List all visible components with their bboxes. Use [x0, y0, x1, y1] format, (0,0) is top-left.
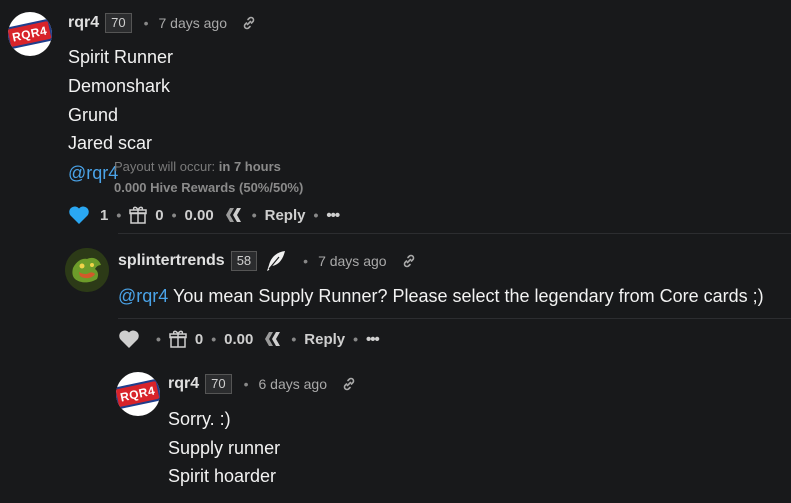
separator-dot: • — [116, 207, 122, 223]
separator-dot: • — [156, 331, 161, 347]
reply-button[interactable]: Reply — [265, 207, 306, 224]
hive-icon — [263, 331, 283, 347]
more-menu-button[interactable]: ••• — [326, 207, 340, 224]
heart-icon[interactable] — [118, 329, 140, 349]
more-menu-button[interactable]: ••• — [366, 331, 380, 348]
tooltip-value: in 7 hours — [218, 159, 281, 174]
mention-link[interactable]: @rqr4 — [68, 163, 118, 184]
reputation-badge: 70 — [105, 13, 132, 33]
avatar-logo: RQR4 — [8, 18, 52, 50]
timestamp[interactable]: 7 days ago — [318, 253, 387, 269]
comment-header: splintertrends 58 • 7 days ago — [118, 250, 417, 272]
avatar-logo: RQR4 — [116, 378, 160, 410]
gift-icon[interactable] — [129, 205, 147, 225]
divider — [118, 233, 791, 234]
gift-icon[interactable] — [169, 329, 187, 349]
separator-dot: • — [291, 331, 297, 347]
username[interactable]: splintertrends — [118, 252, 225, 270]
avatar[interactable]: RQR4 — [8, 12, 52, 56]
link-icon[interactable] — [241, 15, 257, 31]
separator-dot: • — [353, 331, 359, 347]
username[interactable]: rqr4 — [168, 375, 199, 393]
comment-body: @rqr4 You mean Supply Runner? Please sel… — [118, 286, 764, 307]
avatar-image — [65, 248, 109, 292]
comment-line: Sorry. :) — [168, 409, 231, 429]
comment-line: Grund — [68, 105, 119, 125]
separator-dot: • — [143, 15, 149, 31]
username[interactable]: rqr4 — [68, 14, 99, 32]
payout-value[interactable]: 0.00 — [185, 207, 214, 224]
comment-line: Demonshark — [68, 76, 171, 96]
separator-dot: • — [243, 376, 249, 392]
timestamp[interactable]: 7 days ago — [159, 15, 228, 31]
link-icon[interactable] — [401, 253, 417, 269]
heart-icon[interactable] — [68, 205, 90, 225]
tooltip-label: Payout will occur: — [114, 159, 216, 174]
link-icon[interactable] — [341, 376, 357, 392]
comment-header: rqr4 70 • 6 days ago — [168, 374, 357, 394]
reputation-badge: 70 — [205, 374, 232, 394]
timestamp[interactable]: 6 days ago — [259, 376, 328, 392]
separator-dot: • — [251, 207, 257, 223]
gift-count: 0 — [194, 330, 204, 348]
comment-line: Jared scar — [68, 133, 153, 153]
divider — [118, 318, 791, 319]
comment-line: Spirit hoarder — [168, 466, 277, 486]
payout-tooltip: Payout will occur: in 7 hours 0.000 Hive… — [114, 156, 303, 198]
mention-link[interactable]: @rqr4 — [118, 286, 168, 306]
separator-dot: • — [303, 253, 309, 269]
comment-line: Spirit Runner — [68, 47, 174, 67]
reply-button[interactable]: Reply — [304, 331, 345, 348]
tooltip-rewards: 0.000 Hive Rewards (50%/50%) — [114, 180, 304, 195]
comment-line: Supply runner — [168, 438, 281, 458]
comment-text: You mean Supply Runner? Please select th… — [168, 286, 764, 306]
feather-icon — [265, 250, 287, 272]
hive-icon — [224, 207, 244, 223]
comment-header: rqr4 70 • 7 days ago — [68, 13, 257, 33]
separator-dot: • — [171, 207, 177, 223]
gift-count: 0 — [155, 206, 164, 224]
avatar[interactable]: RQR4 — [116, 372, 160, 416]
action-bar: 1 • 0 • 0.00 • Reply • ••• — [68, 204, 340, 226]
vote-count[interactable]: 1 — [100, 207, 108, 224]
avatar[interactable] — [65, 248, 109, 292]
reputation-badge: 58 — [230, 251, 258, 271]
separator-dot: • — [313, 207, 319, 223]
payout-value[interactable]: 0.00 — [224, 331, 253, 348]
separator-dot: • — [211, 331, 217, 347]
action-bar: • 0 • 0.00 • Reply • ••• — [118, 328, 380, 350]
